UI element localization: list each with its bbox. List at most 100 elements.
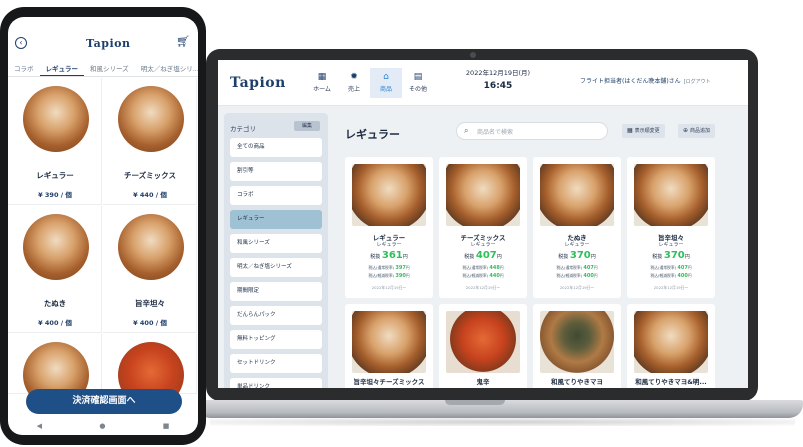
app-logo[interactable]: Tapion [230, 75, 286, 91]
add-product-label: 商品追加 [690, 128, 711, 134]
phone-product-card[interactable]: レギュラー ¥ 390 / 個 [8, 78, 102, 205]
system-nav-bar: ◀ ● ■ [8, 417, 198, 435]
reorder-icon: ▦ [627, 127, 633, 134]
tax-reduced: 税込(軽減税率) 400円 [627, 273, 715, 279]
category-item[interactable]: コラボ [230, 186, 322, 205]
nav-home[interactable]: ▦ ホーム [306, 68, 338, 98]
product-name: 和風てりやきマヨ [551, 378, 603, 386]
tax-label: 税込(軽減税率) [556, 273, 583, 278]
product-photo [23, 86, 89, 152]
product-card[interactable]: 鬼辛 [439, 304, 527, 388]
product-photo [634, 164, 708, 226]
back-icon[interactable]: ‹ [15, 37, 27, 49]
datetime: 2022年12月19日(月) 16:45 [458, 67, 538, 91]
tax-unit: 円 [499, 265, 504, 270]
laptop-camera [470, 52, 476, 58]
product-name: 鬼辛 [476, 378, 490, 386]
price-prefix: 税抜 [652, 254, 663, 260]
product-photo [446, 164, 520, 226]
cart-icon[interactable]: 🛒︎ [176, 35, 190, 48]
category-item[interactable]: 全ての商品 [230, 138, 322, 157]
price-unit: 円 [590, 254, 596, 260]
logout-link[interactable]: [ログアウト [684, 79, 711, 85]
tax-value: 390 [395, 273, 406, 279]
category-item-active[interactable]: レギュラー [230, 210, 322, 229]
tax-standard: 税込(通常税率) 397円 [345, 265, 433, 271]
tax-label: 税込(通常税率) [650, 265, 677, 270]
product-name: 旨辛坦々 [135, 299, 165, 308]
product-photo [446, 311, 520, 373]
tax-value: 400 [677, 273, 688, 279]
category-item[interactable]: セットドリンク [230, 354, 322, 373]
product-date: 2022年12月19日～ [559, 285, 595, 290]
product-card[interactable]: 和風てりやきマヨ [533, 304, 621, 388]
product-price: ¥ 440 / 個 [133, 191, 167, 199]
nav-other[interactable]: ▤ その他 [402, 68, 434, 98]
tab-wafu[interactable]: 和風シリーズ [84, 57, 135, 76]
nav-products[interactable]: ⌂ 商品 [370, 68, 402, 98]
price-value: 370 [663, 250, 685, 261]
tab-mentai[interactable]: 明太／ねぎ塩シリ... [135, 57, 198, 76]
phone-product-card[interactable]: 旨辛坦々 ¥ 400 / 個 [103, 206, 197, 333]
recents-nav-icon[interactable]: ■ [163, 422, 170, 430]
tax-standard: 税込(通常税率) 407円 [627, 265, 715, 271]
phone-category-tabs: コラボ レギュラー 和風シリーズ 明太／ねぎ塩シリ... [8, 57, 198, 77]
product-card[interactable]: レギュラー レギュラー 税抜 361円 税込(通常税率) 397円 税込(軽減税… [345, 157, 433, 298]
tax-unit: 円 [593, 273, 598, 278]
phone-product-card[interactable]: たぬき ¥ 400 / 個 [8, 206, 102, 333]
product-card[interactable]: たぬき レギュラー 税抜 370円 税込(通常税率) 407円 税込(軽減税率)… [533, 157, 621, 298]
product-name: 旨辛坦々チーズミックス [353, 378, 425, 386]
product-category: レギュラー [470, 242, 496, 248]
tax-value: 397 [395, 265, 406, 271]
category-item[interactable]: だんらんパック [230, 306, 322, 325]
back-nav-icon[interactable]: ◀ [37, 422, 42, 430]
phone-product-card[interactable] [8, 334, 102, 408]
tax-unit: 円 [687, 265, 692, 270]
phone-product-card[interactable]: チーズミックス ¥ 440 / 個 [103, 78, 197, 205]
shop-icon: ⌂ [383, 72, 389, 82]
gear-icon: ✹ [350, 72, 358, 82]
category-item[interactable]: 期間限定 [230, 282, 322, 301]
price-unit: 円 [496, 254, 502, 260]
price-value: 361 [381, 250, 403, 261]
product-price: ¥ 400 / 個 [133, 319, 167, 327]
price-value: 407 [475, 250, 497, 261]
product-card[interactable]: チーズミックス レギュラー 税抜 407円 税込(通常税率) 448円 税込(軽… [439, 157, 527, 298]
tax-value: 407 [583, 265, 594, 271]
reorder-label: 表示順変更 [634, 128, 660, 134]
checkout-button[interactable]: 決済確認画面へ [26, 389, 182, 414]
product-card[interactable]: 旨辛坦々チーズミックス [345, 304, 433, 388]
phone-product-card[interactable] [103, 334, 197, 408]
home-nav-icon[interactable]: ● [99, 422, 105, 430]
nav-sales[interactable]: ✹ 売上 [338, 68, 370, 98]
category-item[interactable]: 和風シリーズ [230, 234, 322, 253]
category-title: カテゴリ [230, 125, 256, 133]
tax-label: 税込(通常税率) [368, 265, 395, 270]
tax-standard: 税込(通常税率) 448円 [439, 265, 527, 271]
price-row: 税抜 370円 [533, 250, 621, 261]
tab-collab[interactable]: コラボ [8, 57, 40, 76]
main-nav: ▦ ホーム ✹ 売上 ⌂ 商品 ▤ その他 [306, 68, 434, 98]
product-grid: レギュラー レギュラー 税抜 361円 税込(通常税率) 397円 税込(軽減税… [345, 157, 715, 388]
product-card[interactable]: 旨辛坦々 レギュラー 税抜 370円 税込(通常税率) 407円 税込(軽減税率… [627, 157, 715, 298]
product-category: レギュラー [376, 242, 402, 248]
tab-regular[interactable]: レギュラー [39, 57, 84, 76]
tax-reduced: 税込(軽減税率) 400円 [533, 273, 621, 279]
product-category: レギュラー [658, 242, 684, 248]
price-prefix: 税抜 [558, 254, 569, 260]
reorder-button[interactable]: ▦ 表示順変更 [622, 124, 665, 138]
page-title: レギュラー [345, 128, 400, 141]
price-prefix: 税抜 [370, 254, 381, 260]
category-edit-button[interactable]: 編集 [294, 121, 320, 131]
category-item[interactable]: 割引等 [230, 162, 322, 181]
tax-unit: 円 [499, 273, 504, 278]
laptop-screen: Tapion ▦ ホーム ✹ 売上 ⌂ 商品 ▤ その他 2022年12月19日(月) … [218, 60, 748, 388]
category-item[interactable]: 明太／ねぎ塩シリーズ [230, 258, 322, 277]
category-item[interactable]: 無料トッピング [230, 330, 322, 349]
tax-label: 税込(通常税率) [556, 265, 583, 270]
product-name: 和風てりやきマヨ&明... [635, 378, 707, 386]
search-input[interactable]: ⌕ 商品名で検索 [456, 122, 608, 140]
add-product-button[interactable]: ⊕ 商品追加 [678, 124, 716, 138]
product-card[interactable]: 和風てりやきマヨ&明... [627, 304, 715, 388]
category-item[interactable]: 単品ドリンク [230, 378, 322, 388]
